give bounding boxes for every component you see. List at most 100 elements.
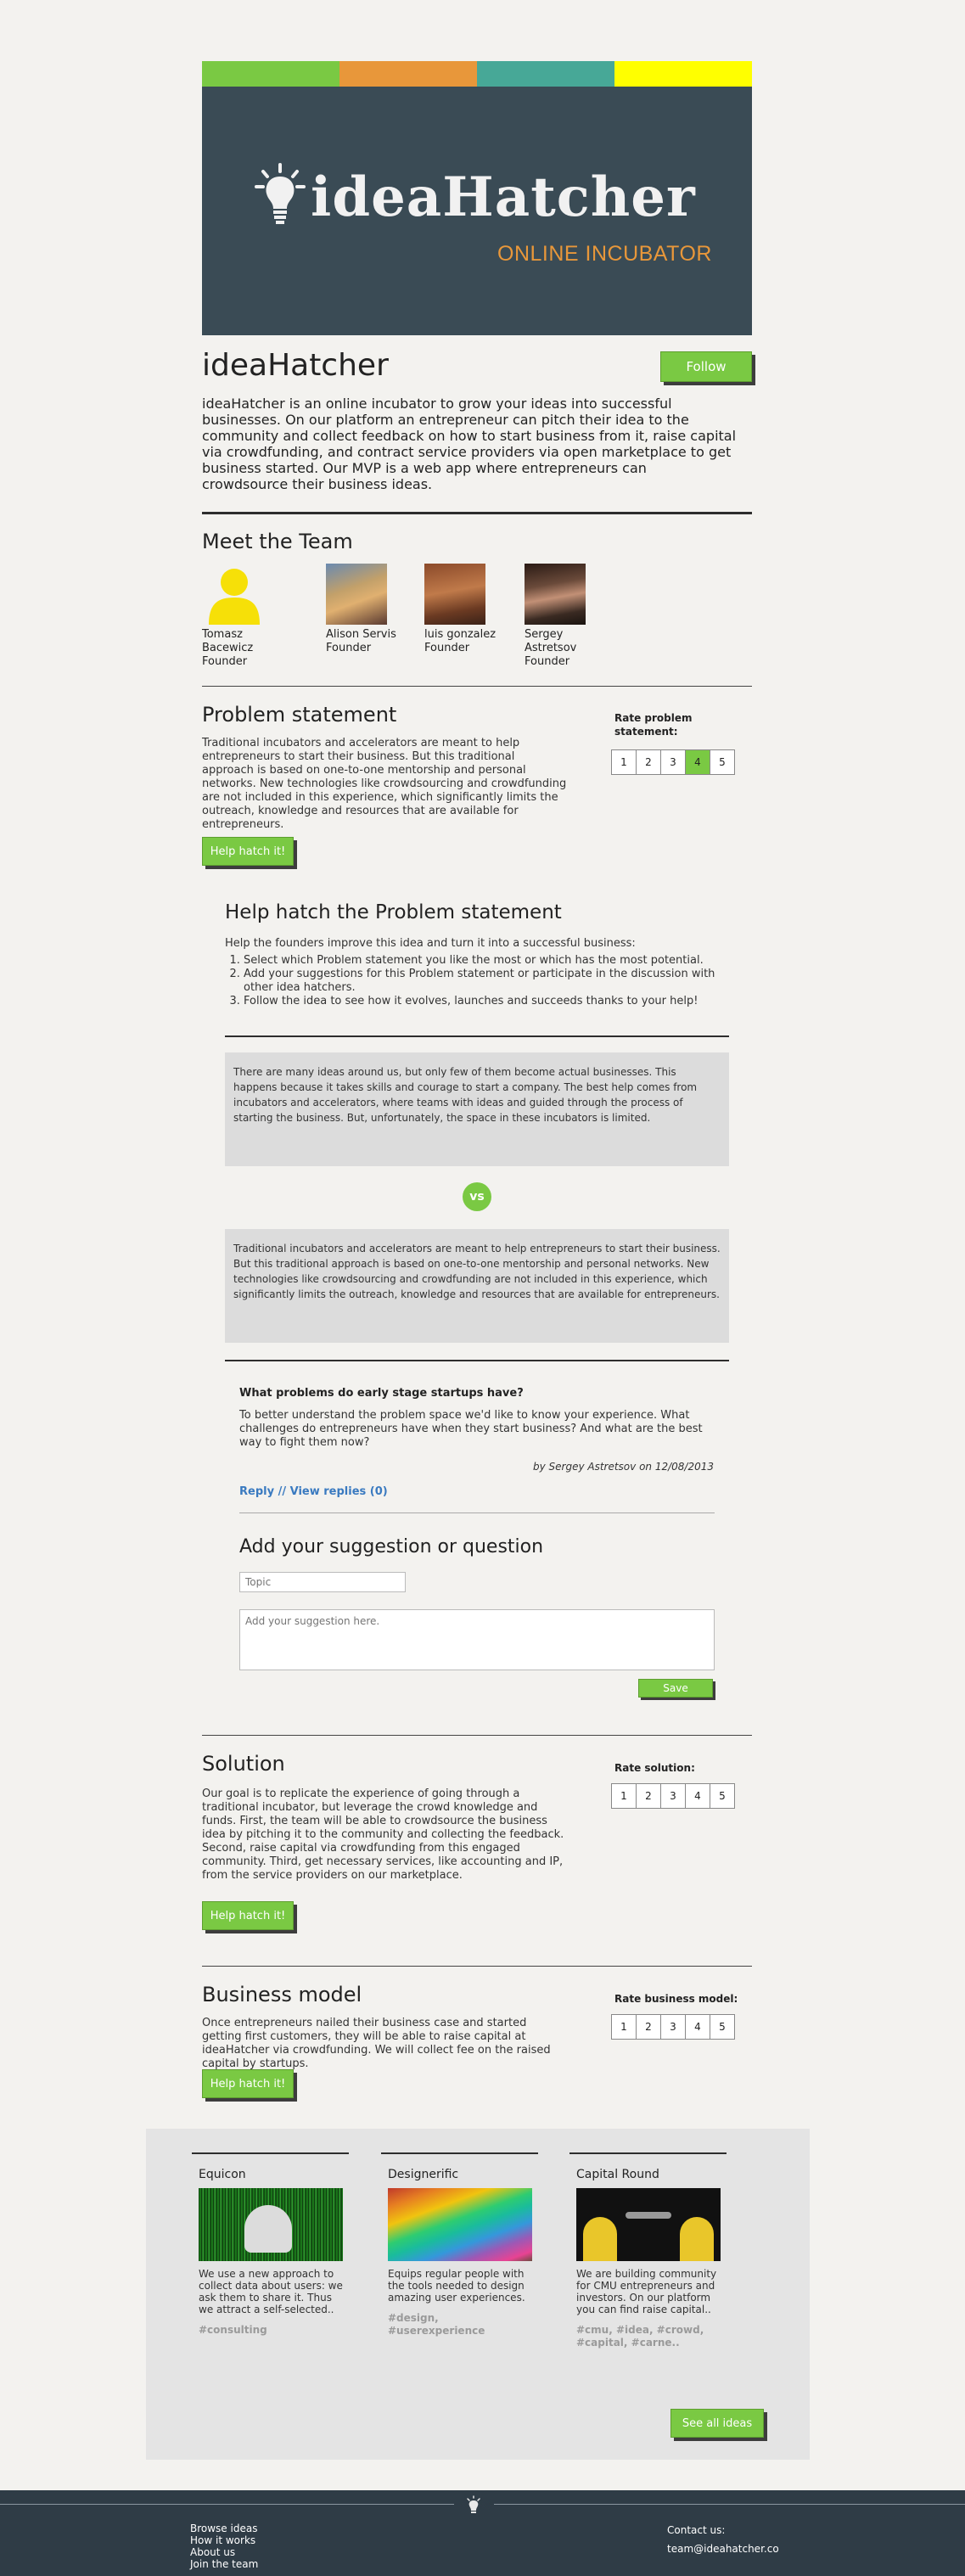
color-stripe	[202, 61, 752, 87]
rating-option[interactable]: 2	[637, 750, 661, 774]
business-model-text: Once entrepreneurs nailed their business…	[202, 2017, 551, 2070]
footer-rule-left	[0, 2504, 454, 2505]
idea-card-image	[388, 2188, 532, 2261]
rating-option[interactable]: 3	[661, 2015, 686, 2039]
suggestion-heading: Add your suggestion or question	[239, 1536, 544, 1557]
idea-card-image	[576, 2188, 721, 2261]
contact-label: Contact us:	[667, 2524, 726, 2536]
rating-option[interactable]: 3	[661, 750, 686, 774]
idea-card-capital-round[interactable]: Capital Round We are building community …	[569, 2152, 727, 2349]
team-member[interactable]: Tomasz Bacewicz Founder	[202, 564, 295, 669]
problem-text: Traditional incubators and accelerators …	[202, 737, 567, 831]
idea-card-title: Capital Round	[576, 2168, 659, 2181]
rating-selector[interactable]: 1 2 3 4 5	[611, 749, 735, 775]
rating-selector[interactable]: 1 2 3 4 5	[611, 1783, 735, 1809]
idea-card-title: Designerific	[388, 2168, 459, 2181]
idea-card-tags[interactable]: #design, #userexperience	[388, 2312, 532, 2337]
exchange-icon	[626, 2212, 671, 2219]
business-model-heading: Business model	[202, 1983, 362, 2006]
idea-card-title: Equicon	[199, 2168, 246, 2181]
footer-link-about[interactable]: About us	[190, 2546, 258, 2558]
divider	[225, 1035, 729, 1037]
idea-card-tags[interactable]: #consulting	[199, 2324, 343, 2337]
save-button[interactable]: Save	[638, 1679, 713, 1698]
idea-card-image	[199, 2188, 343, 2261]
footer-links: Browse ideas How it works About us Join …	[190, 2523, 258, 2570]
stripe-teal	[477, 61, 614, 87]
avatar	[424, 564, 485, 625]
elephant-icon	[244, 2205, 292, 2253]
follow-button[interactable]: Follow	[660, 351, 752, 382]
idea-card-desc: Equips regular people with the tools nee…	[388, 2268, 525, 2304]
rating-option-selected[interactable]: 4	[686, 750, 710, 774]
project-description: ideaHatcher is an online incubator to gr…	[202, 396, 737, 492]
divider	[225, 1360, 729, 1361]
stripe-yellow	[614, 61, 752, 87]
idea-card-equicon[interactable]: Equicon We use a new approach to collect…	[192, 2152, 349, 2337]
logo-tagline: ONLINE INCUBATOR	[497, 242, 712, 266]
team-member-role: Founder	[424, 642, 470, 654]
divider	[202, 1966, 752, 1967]
rating-option[interactable]: 5	[710, 2015, 734, 2039]
rating-option[interactable]: 1	[612, 2015, 637, 2039]
help-hatch-button[interactable]: Help hatch it!	[202, 837, 294, 866]
stripe-orange	[339, 61, 477, 87]
footer: Browse ideas How it works About us Join …	[0, 2490, 965, 2576]
footer-link-browse[interactable]: Browse ideas	[190, 2523, 258, 2534]
option-b-box[interactable]: Traditional incubators and accelerators …	[225, 1229, 729, 1343]
card-divider	[192, 2152, 349, 2154]
rating-option[interactable]: 4	[686, 2015, 710, 2039]
suggestion-textarea[interactable]	[239, 1609, 715, 1670]
team-member[interactable]: Sergey Astretsov Founder	[525, 564, 618, 669]
divider	[202, 686, 752, 687]
avatar	[326, 564, 387, 625]
idea-card-designerific[interactable]: Designerific Equips regular people with …	[381, 2152, 538, 2337]
rating-option[interactable]: 4	[686, 1784, 710, 1808]
rating-option[interactable]: 2	[637, 1784, 661, 1808]
team-member-name: Alison Servis	[326, 628, 396, 641]
card-divider	[381, 2152, 538, 2154]
divider	[239, 1512, 715, 1513]
idea-card-tags[interactable]: #cmu, #idea, #crowd, #capital, #carne..	[576, 2324, 721, 2349]
team-member[interactable]: Alison Servis Founder	[326, 564, 419, 655]
divider	[202, 1735, 752, 1736]
topic-input[interactable]	[239, 1572, 406, 1592]
team-member-role: Founder	[326, 642, 372, 654]
help-hatch-button[interactable]: Help hatch it!	[202, 1901, 294, 1930]
team-member[interactable]: luis gonzalez Founder	[424, 564, 518, 655]
team-member-name: luis gonzalez	[424, 628, 497, 641]
rate-problem-label: Rate problem statement:	[614, 712, 693, 738]
option-a-box[interactable]: There are many ideas around us, but only…	[225, 1052, 729, 1166]
solution-text: Our goal is to replicate the experience …	[202, 1787, 564, 1882]
see-all-ideas-button[interactable]: See all ideas	[670, 2409, 764, 2438]
rating-option[interactable]: 1	[612, 750, 637, 774]
reply-link[interactable]: Reply // View replies (0)	[239, 1485, 388, 1498]
rating-option[interactable]: 3	[661, 1784, 686, 1808]
avatar-placeholder-icon	[202, 564, 263, 625]
comment-body: To better understand the problem space w…	[239, 1409, 703, 1449]
rating-option[interactable]: 1	[612, 1784, 637, 1808]
footer-link-how[interactable]: How it works	[190, 2534, 258, 2546]
help-hatch-button[interactable]: Help hatch it!	[202, 2069, 294, 2098]
avatar	[525, 564, 586, 625]
rating-option[interactable]: 2	[637, 2015, 661, 2039]
hatch-panel-intro: Help the founders improve this idea and …	[225, 937, 636, 950]
lightbulb-icon	[255, 161, 306, 229]
hatch-step: Follow the idea to see how it evolves, l…	[244, 995, 727, 1008]
footer-rule-right	[494, 2504, 965, 2505]
rating-selector[interactable]: 1 2 3 4 5	[611, 2014, 735, 2040]
team-member-role: Founder	[525, 655, 570, 668]
rating-option[interactable]: 5	[710, 750, 734, 774]
silhouette-left-icon	[583, 2217, 617, 2261]
banner: ideaHatcher ONLINE INCUBATOR	[202, 87, 752, 335]
vs-label: vs	[469, 1190, 485, 1204]
team-member-name: Tomasz Bacewicz	[202, 628, 254, 654]
footer-link-join[interactable]: Join the team	[190, 2558, 258, 2570]
stripe-green	[202, 61, 339, 87]
contact-email[interactable]: team@ideahatcher.co	[667, 2543, 779, 2555]
silhouette-right-icon	[680, 2217, 714, 2261]
rating-option[interactable]: 5	[710, 1784, 734, 1808]
problem-heading: Problem statement	[202, 703, 397, 727]
team-member-name: Sergey Astretsov	[525, 628, 577, 654]
idea-card-desc: We are building community for CMU entrep…	[576, 2268, 717, 2315]
